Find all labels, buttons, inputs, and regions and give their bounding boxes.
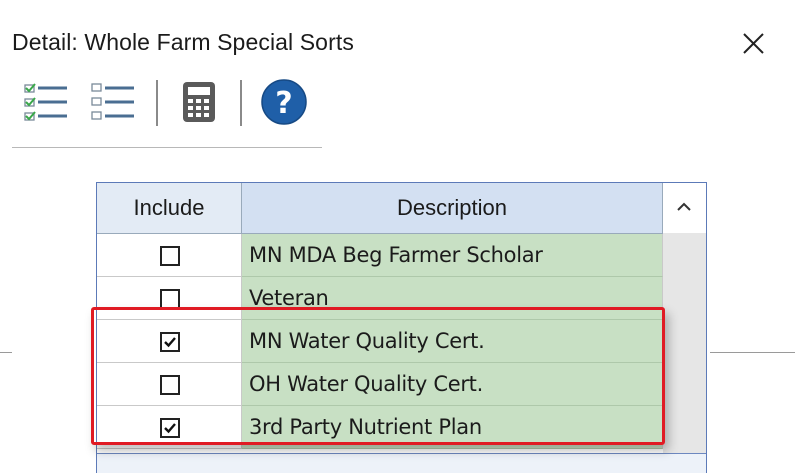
chevron-up-icon xyxy=(677,202,691,211)
help-button[interactable]: ? xyxy=(258,76,310,128)
toolbar-separator xyxy=(156,80,158,126)
detail-dialog: Detail: Whole Farm Special Sorts ? Inclu… xyxy=(0,0,795,473)
deselect-all-icon xyxy=(91,83,134,120)
toolbar-divider xyxy=(12,147,322,148)
column-header-label: Description xyxy=(396,195,508,220)
deselect-all-button[interactable] xyxy=(88,76,138,128)
svg-text:?: ? xyxy=(275,86,292,121)
calculator-button[interactable] xyxy=(180,76,220,128)
column-header-include[interactable]: Include xyxy=(97,183,242,234)
background-line xyxy=(710,352,795,353)
calculator-icon xyxy=(183,82,215,122)
select-all-button[interactable] xyxy=(22,76,72,128)
grid-footer xyxy=(97,453,706,473)
close-button[interactable] xyxy=(734,24,774,64)
column-header-label: Include xyxy=(133,195,205,220)
include-checkbox[interactable] xyxy=(160,289,180,309)
help-icon: ? xyxy=(261,79,307,125)
description-text: MN MDA Beg Farmer Scholar xyxy=(249,243,543,267)
include-cell xyxy=(97,234,242,277)
column-header-description[interactable]: Description xyxy=(242,183,663,234)
table-row[interactable]: MN MDA Beg Farmer Scholar xyxy=(97,234,663,277)
highlight-box xyxy=(91,307,665,445)
background-line xyxy=(0,352,12,353)
select-all-icon xyxy=(24,83,67,121)
toolbar-separator xyxy=(240,80,242,126)
include-checkbox[interactable] xyxy=(160,246,180,266)
close-icon xyxy=(743,33,764,54)
dialog-title: Detail: Whole Farm Special Sorts xyxy=(12,29,354,55)
description-cell[interactable]: MN MDA Beg Farmer Scholar xyxy=(242,234,663,277)
